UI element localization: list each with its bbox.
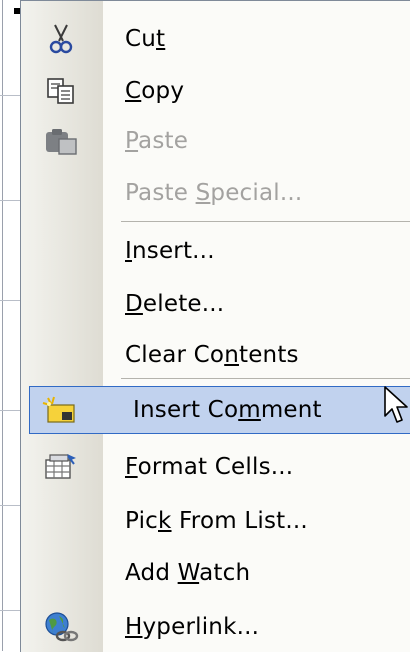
insert-comment-icon (42, 395, 78, 427)
mouse-pointer-icon (384, 386, 408, 423)
menu-item-copy[interactable]: Copy (21, 67, 410, 115)
menu-item-label: Add Watch (125, 560, 251, 586)
menu-item-label: Insert... (125, 238, 215, 264)
menu-item-add-watch[interactable]: Add Watch (21, 549, 410, 597)
menu-item-label: Pick From List... (125, 508, 308, 534)
menu-item-label: Paste Special... (125, 180, 303, 206)
sheet-gridline (2, 0, 3, 651)
hyperlink-icon (43, 611, 79, 643)
menu-item-pick-from-list[interactable]: Pick From List... (21, 497, 410, 545)
menu-separator (121, 378, 410, 379)
menu-item-cut[interactable]: Cut (21, 15, 410, 63)
menu-item-label: Cut (125, 26, 166, 52)
menu-item-delete[interactable]: Delete... (21, 280, 410, 328)
menu-item-paste[interactable]: Paste (21, 117, 410, 165)
paste-icon (43, 125, 79, 157)
menu-item-insert-comment[interactable]: Insert Comment (29, 386, 410, 434)
menu-item-label: Hyperlink... (125, 614, 260, 640)
menu-item-clear-contents[interactable]: Clear Contents (21, 331, 410, 379)
menu-item-label: Format Cells... (125, 454, 294, 480)
context-menu: Cut Copy Paste Paste Special... Insert..… (20, 0, 410, 652)
copy-icon (43, 75, 79, 107)
menu-item-label: Paste (125, 128, 189, 154)
menu-item-paste-special[interactable]: Paste Special... (21, 169, 410, 217)
menu-item-format-cells[interactable]: Format Cells... (21, 443, 410, 491)
menu-item-label: Delete... (125, 291, 225, 317)
format-cells-icon (43, 451, 79, 483)
menu-item-label: Clear Contents (125, 342, 299, 368)
menu-item-hyperlink[interactable]: Hyperlink... (21, 603, 410, 651)
menu-item-insert[interactable]: Insert... (21, 227, 410, 275)
menu-item-label: Copy (125, 78, 185, 104)
menu-separator (121, 221, 410, 222)
menu-item-label: Insert Comment (133, 397, 322, 423)
scissors-icon (43, 23, 79, 55)
